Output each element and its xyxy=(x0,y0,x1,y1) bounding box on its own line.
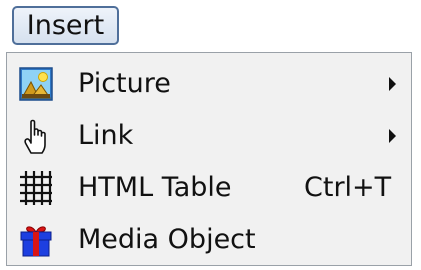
submenu-arrow-icon xyxy=(389,77,396,91)
submenu-arrow-icon xyxy=(389,129,396,143)
menu-item-label: HTML Table xyxy=(78,172,232,203)
menu-item-media-object[interactable]: Media Object xyxy=(8,214,410,266)
menu-item-link[interactable]: Link xyxy=(8,110,410,162)
gift-box-icon xyxy=(17,221,55,259)
menu-item-html-table[interactable]: HTML Table Ctrl+T xyxy=(8,162,410,214)
link-hand-icon xyxy=(17,117,55,155)
table-grid-icon xyxy=(17,169,55,207)
shortcut-label: Ctrl+T xyxy=(304,172,392,203)
menu-item-label: Picture xyxy=(78,68,171,99)
menu-bar: Insert xyxy=(0,0,421,52)
insert-menu-title[interactable]: Insert xyxy=(12,6,119,45)
picture-icon xyxy=(17,65,55,103)
insert-dropdown-menu: Picture Link HTML Table Ctrl+T Media Obj… xyxy=(6,52,412,266)
menu-item-picture[interactable]: Picture xyxy=(8,58,410,110)
menu-item-label: Media Object xyxy=(78,224,256,255)
menu-item-label: Link xyxy=(78,120,134,151)
